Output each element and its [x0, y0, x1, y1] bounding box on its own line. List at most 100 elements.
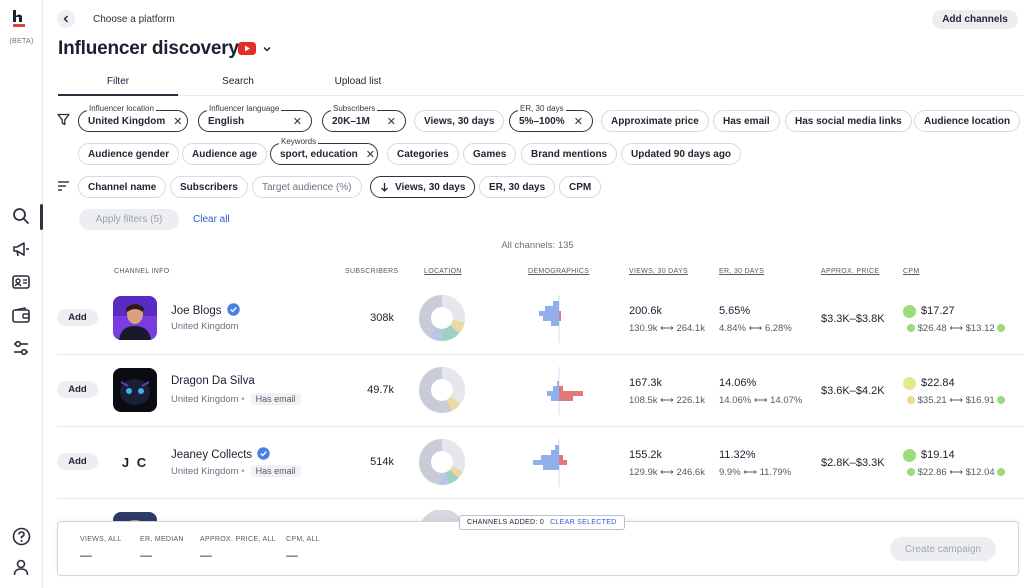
tab-search[interactable]: Search [178, 76, 298, 87]
filter-brand-mentions[interactable]: Brand mentions [521, 143, 618, 165]
sort-subscribers[interactable]: Subscribers [170, 176, 248, 198]
filter-updated-90-days[interactable]: Updated 90 days ago [621, 143, 742, 165]
filter-influencer-location[interactable]: Influencer location United Kingdom ✕ [78, 104, 188, 132]
filter-label: Subscribers [331, 104, 378, 114]
youtube-icon[interactable] [238, 42, 256, 55]
cpm-range: $26.48 ⟷ $13.12 [907, 323, 1006, 334]
filter-approximate-price[interactable]: Approximate price [601, 110, 709, 132]
cpm-value: $22.84 [921, 377, 955, 389]
filter-er-30-days[interactable]: ER, 30 days 5%–100% ✕ [509, 104, 593, 132]
views-all-value: — [80, 548, 92, 562]
back-button[interactable] [57, 10, 75, 28]
filter-audience-age[interactable]: Audience age [182, 143, 268, 165]
sort-er-30-days[interactable]: ER, 30 days [479, 176, 556, 198]
filter-label: ER, 30 days [518, 104, 566, 114]
range-arrows-icon: ⟷ [743, 467, 757, 478]
range-arrows-icon: ⟷ [949, 395, 963, 406]
sort-cpm[interactable]: CPM [559, 176, 602, 198]
add-channels-button[interactable]: Add channels [932, 10, 1018, 29]
channel-name[interactable]: Jeaney Collects [171, 447, 270, 461]
tabs-divider [58, 95, 1024, 96]
sort-target-audience[interactable]: Target audience (%) [252, 176, 362, 198]
col-views-30-days[interactable]: VIEWS, 30 DAYS [629, 268, 688, 275]
cpm-high: $16.91 [965, 395, 995, 406]
user-profile-icon[interactable] [10, 556, 32, 578]
location-donut-chart[interactable] [418, 366, 466, 414]
add-channel-button[interactable]: Add [57, 453, 98, 470]
cpm-low-dot [907, 468, 915, 476]
views-range-high: 264.1k [676, 323, 705, 334]
demographics-chart[interactable] [529, 361, 589, 421]
col-subscribers[interactable]: SUBSCRIBERS [345, 268, 398, 275]
cpm-low: $26.48 [917, 323, 947, 334]
channel-name[interactable]: Joe Blogs [171, 303, 240, 317]
wallet-icon[interactable] [10, 304, 32, 326]
filter-audience-gender[interactable]: Audience gender [78, 143, 180, 165]
cpm-all-label: CPM, ALL [286, 536, 320, 543]
filter-games[interactable]: Games [463, 143, 517, 165]
remove-filter-icon[interactable]: ✕ [387, 115, 396, 128]
channel-country: United Kingdom [171, 321, 239, 332]
location-donut-chart[interactable] [418, 294, 466, 342]
has-email-badge: Has email [250, 465, 301, 477]
sort-channel-name[interactable]: Channel name [78, 176, 167, 198]
remove-filter-icon[interactable]: ✕ [366, 148, 375, 161]
filter-subscribers[interactable]: Subscribers 20K–1M ✕ [322, 104, 406, 132]
demographics-chart[interactable] [529, 433, 589, 493]
remove-filter-icon[interactable]: ✕ [173, 115, 182, 128]
search-nav-icon[interactable] [10, 205, 32, 227]
remove-filter-icon[interactable]: ✕ [574, 115, 583, 128]
clear-selected-link[interactable]: CLEAR SELECTED [550, 519, 616, 526]
verified-badge-icon [257, 447, 270, 460]
contact-card-icon[interactable] [10, 271, 32, 293]
channel-name[interactable]: Dragon Da Silva [171, 375, 255, 387]
remove-filter-icon[interactable]: ✕ [293, 115, 302, 128]
table-row[interactable]: Add Joe Blogs United Kingdom 308k 200.6k… [57, 283, 1024, 355]
sort-views-30-days[interactable]: Views, 30 days [370, 176, 476, 198]
views-value: 155.2k [629, 449, 663, 461]
approx-price-value: $3.6K–$4.2K [821, 385, 885, 397]
help-icon[interactable] [10, 525, 32, 547]
cpm-value: $19.14 [921, 449, 955, 461]
choose-platform-link[interactable]: Choose a platform [93, 14, 175, 25]
app-logo[interactable] [12, 10, 26, 28]
cpm-high-dot [997, 396, 1006, 404]
settings-sliders-icon[interactable] [10, 337, 32, 359]
add-channel-button[interactable]: Add [57, 381, 98, 398]
sort-icon [58, 181, 69, 191]
filter-has-social-links[interactable]: Has social media links [785, 110, 912, 132]
col-er-30-days[interactable]: ER, 30 DAYS [719, 268, 764, 275]
approx-price-value: $3.3K–$3.8K [821, 313, 885, 325]
filter-influencer-language[interactable]: Influencer language English ✕ [198, 104, 312, 132]
verified-badge-icon [226, 303, 240, 316]
add-channel-button[interactable]: Add [57, 309, 98, 326]
filter-icon [57, 113, 70, 126]
clear-all-link[interactable]: Clear all [193, 214, 230, 225]
create-campaign-button[interactable]: Create campaign [890, 537, 996, 561]
views-range: 130.9k ⟷ 264.1k [629, 323, 705, 334]
col-channel-info: CHANNEL INFO [114, 268, 170, 275]
filter-has-email[interactable]: Has email [713, 110, 780, 132]
col-demographics[interactable]: DEMOGRAPHICS [528, 268, 589, 275]
cpm-high: $12.04 [965, 467, 995, 478]
filter-categories[interactable]: Categories [387, 143, 459, 165]
tab-filter[interactable]: Filter [58, 76, 178, 87]
subscribers-value: 514k [370, 456, 394, 468]
apply-filters-button[interactable]: Apply filters (5) [79, 209, 179, 230]
location-donut-chart[interactable] [418, 438, 466, 486]
filter-views-30-days[interactable]: Views, 30 days [414, 110, 505, 132]
table-row[interactable]: Add Dragon Da Silva United Kingdom • Has … [57, 355, 1024, 427]
er-range-low: 4.84% [719, 323, 746, 334]
filter-value: United Kingdom [88, 115, 166, 127]
filter-audience-location[interactable]: Audience location [914, 110, 1021, 132]
col-approx-price[interactable]: APPROX. PRICE [821, 268, 879, 275]
filter-keywords[interactable]: Keywords sport, education ✕ [270, 137, 378, 165]
platform-dropdown-chevron-icon[interactable] [262, 44, 272, 54]
table-row[interactable]: Add J C Jeaney Collects United Kingdom •… [57, 427, 1024, 499]
col-location[interactable]: LOCATION [424, 268, 462, 275]
col-cpm[interactable]: CPM [903, 268, 919, 275]
tab-upload-list[interactable]: Upload list [298, 76, 418, 87]
demographics-chart[interactable] [529, 289, 589, 349]
views-range-low: 130.9k [629, 323, 658, 334]
cpm-value: $17.27 [921, 305, 955, 317]
